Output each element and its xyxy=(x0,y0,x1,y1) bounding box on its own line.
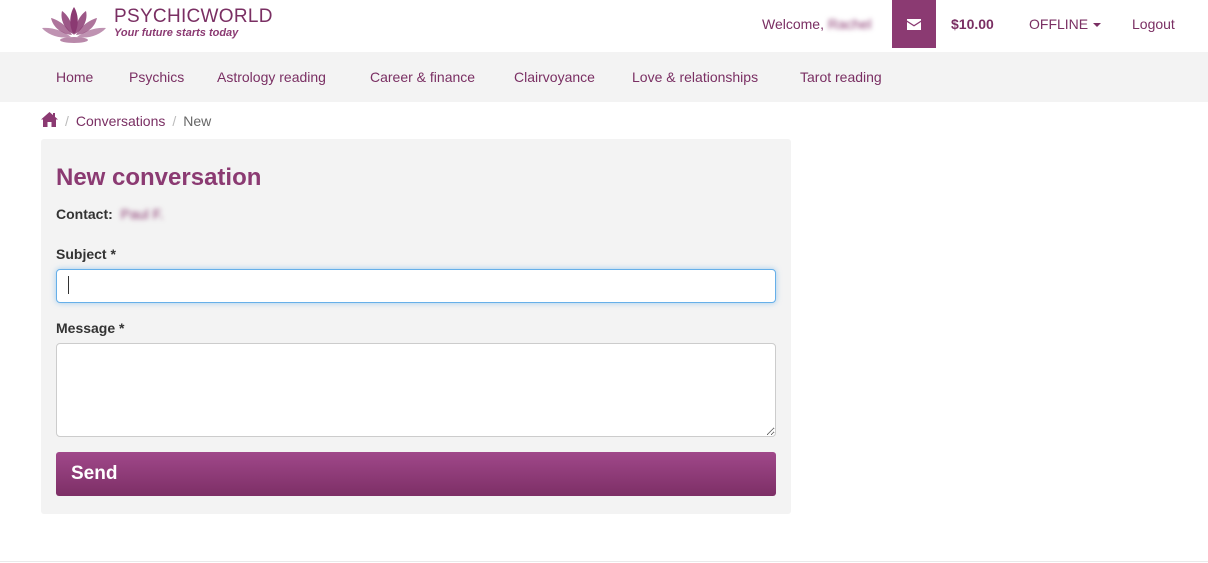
new-conversation-panel: New conversation Contact: Paul F. Subjec… xyxy=(41,139,791,514)
subject-label: Subject * xyxy=(56,246,116,262)
subject-input[interactable] xyxy=(56,269,776,303)
welcome-username: Rachel xyxy=(827,16,872,32)
send-button[interactable]: Send xyxy=(56,452,776,496)
status-dropdown[interactable]: OFFLINE xyxy=(1029,16,1102,32)
messages-button[interactable] xyxy=(892,0,936,48)
message-textarea[interactable] xyxy=(56,343,776,437)
envelope-icon xyxy=(907,18,921,30)
contact-name: Paul F. xyxy=(120,206,164,222)
welcome-label: Welcome, xyxy=(762,16,824,32)
contact-label: Contact: xyxy=(56,206,113,222)
contact-line: Contact: Paul F. xyxy=(56,206,163,222)
status-label: OFFLINE xyxy=(1029,16,1089,32)
account-balance[interactable]: $10.00 xyxy=(951,16,994,32)
nav-item-astrology-reading[interactable]: Astrology reading xyxy=(217,69,326,85)
breadcrumb-separator: / xyxy=(172,113,177,129)
nav-item-home[interactable]: Home xyxy=(56,69,93,85)
logo-tagline: Your future starts today xyxy=(114,27,239,39)
main-nav: Home Psychics Astrology reading Career &… xyxy=(0,52,1208,102)
nav-item-clairvoyance[interactable]: Clairvoyance xyxy=(514,69,595,85)
message-label: Message * xyxy=(56,320,125,336)
text-cursor xyxy=(68,276,69,294)
home-icon xyxy=(41,112,58,127)
nav-item-career-finance[interactable]: Career & finance xyxy=(370,69,475,85)
logo-title: PSYCHICWORLD xyxy=(114,6,273,27)
breadcrumb: / Conversations / New xyxy=(41,112,211,130)
footer-divider xyxy=(0,561,1208,562)
nav-item-tarot-reading[interactable]: Tarot reading xyxy=(800,69,882,85)
caret-down-icon xyxy=(1093,23,1102,28)
breadcrumb-current: New xyxy=(183,113,212,129)
page-title: New conversation xyxy=(56,164,262,191)
breadcrumb-conversations[interactable]: Conversations xyxy=(76,113,166,129)
breadcrumb-home[interactable] xyxy=(41,112,58,130)
nav-item-love-relationships[interactable]: Love & relationships xyxy=(632,69,758,85)
welcome-message: Welcome, Rachel xyxy=(762,16,871,32)
nav-item-psychics[interactable]: Psychics xyxy=(129,69,184,85)
logo-text: PSYCHICWORLD Your future starts today xyxy=(114,6,273,40)
lotus-logo-icon xyxy=(42,7,106,43)
logo[interactable]: PSYCHICWORLD Your future starts today xyxy=(40,3,272,45)
top-header: PSYCHICWORLD Your future starts today We… xyxy=(0,0,1208,52)
logout-link[interactable]: Logout xyxy=(1132,16,1175,32)
breadcrumb-separator: / xyxy=(65,113,69,129)
